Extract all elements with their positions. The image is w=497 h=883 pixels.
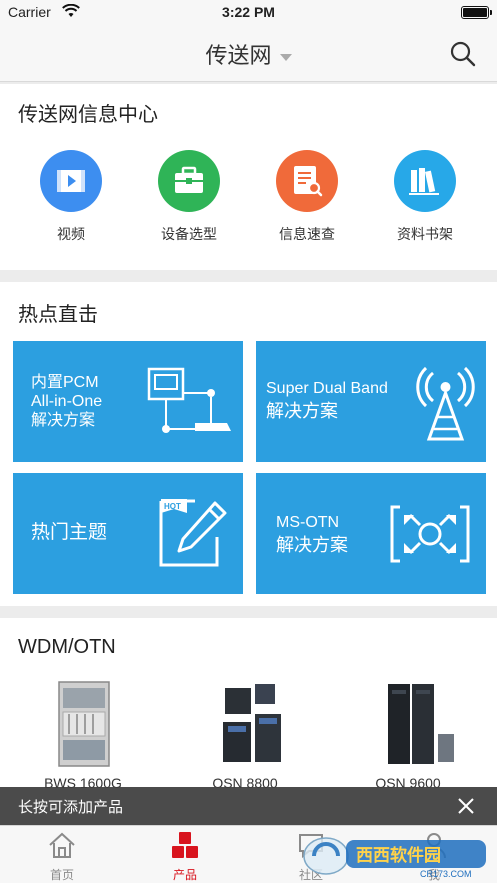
tab-label: 产品 <box>172 868 197 882</box>
video-icon <box>40 150 102 212</box>
section-title: WDM/OTN <box>18 636 116 658</box>
otn-switch-icon <box>390 505 470 563</box>
nav-bar: 传送网 <box>0 26 497 82</box>
cabinet-icon <box>348 678 468 770</box>
doc-search-icon <box>276 150 338 212</box>
feature-device-selection[interactable]: 设备选型 <box>134 150 244 244</box>
status-time: 3:22 PM <box>222 4 275 20</box>
nav-title-dropdown[interactable]: 传送网 <box>0 38 497 70</box>
battery-icon <box>461 6 492 19</box>
tile-pcm-all-in-one[interactable]: 内置PCM All-in-One 解决方案 <box>13 341 243 462</box>
tab-label: 首页 <box>49 868 74 882</box>
tile-ms-otn[interactable]: MS-OTN 解决方案 <box>256 473 486 594</box>
status-bar: Carrier 3:22 PM <box>0 0 497 26</box>
antenna-tower-icon <box>416 366 475 441</box>
tab-home[interactable]: 首页 <box>2 830 122 883</box>
caret-down-icon <box>279 53 292 61</box>
tile-line: Super Dual Band <box>266 380 388 397</box>
tile-hot-topics[interactable]: 热门主题 HOT <box>13 473 243 594</box>
cabinet-icon <box>185 678 305 770</box>
tile-line: 热门主题 <box>31 522 108 543</box>
tab-products[interactable]: 产品 <box>125 830 245 883</box>
tile-line: MS-OTN <box>276 514 340 531</box>
tile-line: 解决方案 <box>276 535 348 555</box>
product-bws-1600g[interactable]: BWS 1600G <box>8 678 158 791</box>
feature-label: 信息速查 <box>279 227 335 243</box>
feature-bookshelf[interactable]: 资料书架 <box>370 150 480 244</box>
hot-section: 热点直击 内置PCM All-in-One 解决方案 Super Dual Ba… <box>0 282 497 606</box>
briefcase-icon <box>158 150 220 212</box>
search-icon[interactable] <box>449 40 477 68</box>
tile-line: 内置PCM <box>31 374 99 391</box>
nav-title: 传送网 <box>205 44 272 69</box>
feature-info-lookup[interactable]: 信息速查 <box>252 150 362 244</box>
tile-line: All-in-One <box>31 393 103 410</box>
bookshelf-icon <box>394 150 456 212</box>
home-icon <box>49 832 75 858</box>
feature-label: 设备选型 <box>161 227 217 243</box>
close-icon[interactable] <box>457 797 475 815</box>
tile-line: 解决方案 <box>31 412 96 429</box>
section-title: 热点直击 <box>18 302 98 326</box>
product-osn-8800[interactable]: OSN 8800 <box>170 678 320 791</box>
toast-banner: 长按可添加产品 <box>0 787 497 825</box>
toast-message: 长按可添加产品 <box>18 798 124 816</box>
feature-label: 视频 <box>57 227 85 243</box>
hot-badge: HOT <box>164 502 181 511</box>
tile-line: 解决方案 <box>266 401 338 421</box>
feature-video[interactable]: 视频 <box>16 150 126 244</box>
product-osn-9600[interactable]: OSN 9600 <box>333 678 483 791</box>
cabinet-icon <box>23 678 143 770</box>
watermark-logo: 西西软件园 CR173.COM <box>303 837 486 879</box>
info-center-section: 传送网信息中心 视频 设备选型 信息速查 资料书架 <box>0 84 497 270</box>
feature-label: 资料书架 <box>397 227 453 243</box>
svg-text:CR173.COM: CR173.COM <box>420 869 472 879</box>
section-title: 传送网信息中心 <box>18 102 158 126</box>
svg-text:西西软件园: 西西软件园 <box>356 845 441 866</box>
products-icon <box>172 832 198 858</box>
hot-edit-icon: HOT <box>159 499 227 567</box>
network-diagram-icon <box>147 367 231 433</box>
tile-super-dual-band[interactable]: Super Dual Band 解决方案 <box>256 341 486 462</box>
